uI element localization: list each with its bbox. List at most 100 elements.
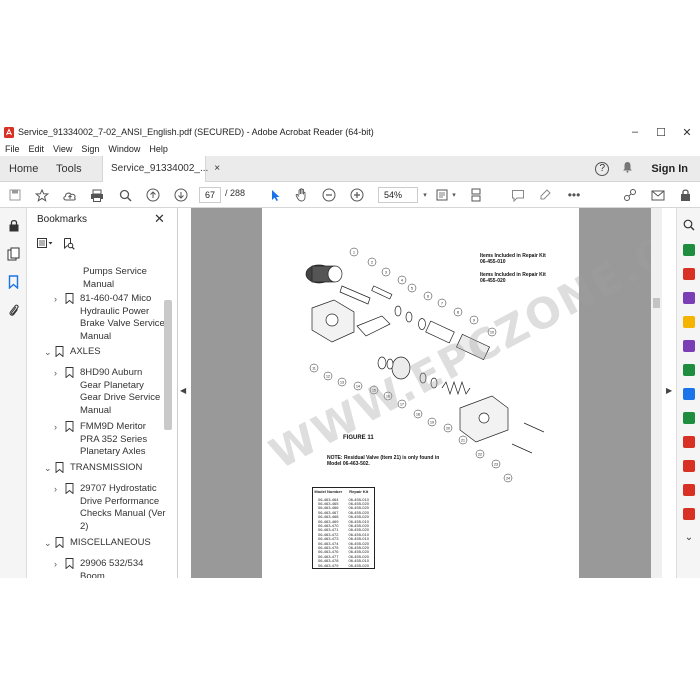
edit-pdf-icon[interactable] — [683, 292, 695, 304]
collapse-chevron-icon[interactable]: ⌄ — [44, 346, 52, 359]
document-viewer[interactable]: 1 2 3 4 5 6 7 8 9 10 11 12 13 14 15 16 17 18 19 20 21 22 23 24 … — [191, 208, 651, 578]
bookmark-flag-icon — [65, 367, 74, 378]
tab-document[interactable]: Service_91334002_... × — [102, 155, 220, 182]
create-pdf-icon[interactable] — [683, 268, 695, 280]
search-icon[interactable] — [117, 186, 133, 204]
sign-in-button[interactable]: Sign In — [651, 163, 688, 175]
send-for-signature-icon[interactable] — [683, 508, 695, 520]
page-number-input[interactable]: 67 — [199, 187, 221, 203]
tab-close-icon[interactable]: × — [214, 163, 220, 174]
callout-number: 11 — [312, 366, 316, 370]
redact-icon[interactable] — [683, 460, 695, 472]
protect-icon[interactable] — [683, 436, 695, 448]
expand-chevron-icon[interactable]: › — [54, 558, 62, 571]
fit-dropdown-chevron-icon[interactable]: ▾ — [450, 186, 458, 204]
callout-number: 6 — [427, 294, 429, 298]
bookmarks-panel-icon[interactable] — [6, 274, 21, 289]
menu-window[interactable]: Window — [108, 144, 140, 154]
more-tools-chevron-icon[interactable]: ⌄ — [683, 532, 695, 544]
bookmarks-scrollbar[interactable] — [164, 300, 172, 430]
hand-icon[interactable] — [293, 186, 309, 204]
tab-bar: Home Tools Service_91334002_... × ? Sign… — [0, 155, 700, 182]
menu-file[interactable]: File — [5, 144, 20, 154]
table-row: 06-463-479 06-455-020 — [313, 562, 374, 568]
callout-number: 13 — [340, 380, 344, 384]
document-scrollbar[interactable] — [651, 208, 662, 578]
email-icon[interactable] — [650, 186, 666, 204]
export-pdf-icon[interactable] — [683, 244, 695, 256]
fill-sign-icon[interactable] — [683, 388, 695, 400]
zoom-in-icon[interactable] — [349, 186, 365, 204]
bookmark-label: MISCELLANEOUS — [70, 537, 151, 548]
right-tools-rail: ⌄ — [676, 208, 700, 578]
bookmark-options-icon[interactable] — [37, 238, 53, 253]
close-panel-icon[interactable]: ✕ — [154, 211, 165, 227]
zoom-search-icon[interactable] — [683, 218, 695, 231]
bookmark-star-icon[interactable] — [34, 186, 50, 204]
bookmark-label: 8HD90 Auburn Gear Planetary Gear Drive S… — [80, 367, 161, 416]
repair-kit-table: Model Number Repair Kit 06-463-464 06-455… — [312, 487, 375, 569]
callout-number: 22 — [478, 452, 482, 456]
minimize-button[interactable]: – — [622, 122, 648, 142]
collapse-chevron-icon[interactable]: ⌄ — [44, 462, 52, 475]
highlight-icon[interactable] — [537, 186, 553, 204]
callout-number: 23 — [494, 462, 498, 466]
bookmark-flag-icon — [55, 346, 64, 357]
expand-chevron-icon[interactable]: › — [54, 367, 62, 380]
cloud-upload-icon[interactable] — [61, 186, 79, 204]
zoom-out-icon[interactable] — [321, 186, 337, 204]
table-header-model: Model Number — [314, 489, 343, 494]
print-icon[interactable] — [89, 186, 105, 204]
menu-help[interactable]: Help — [149, 144, 168, 154]
menu-sign[interactable]: Sign — [81, 144, 99, 154]
bookmark-flag-icon — [65, 483, 74, 494]
left-navigation-rail — [0, 208, 27, 578]
maximize-button[interactable]: ☐ — [648, 122, 674, 142]
zoom-dropdown-chevron-icon[interactable]: ▾ — [421, 186, 429, 204]
callout-number: 1 — [353, 250, 355, 254]
tab-home[interactable]: Home — [0, 163, 46, 175]
page-up-icon[interactable] — [145, 186, 161, 204]
share-link-icon[interactable] — [622, 186, 638, 204]
collapse-panel-right-icon[interactable]: ▶ — [666, 386, 672, 395]
attachments-paperclip-icon[interactable] — [6, 302, 21, 317]
table-cell-model: 06-463-479 — [318, 562, 339, 568]
expand-chevron-icon[interactable]: › — [54, 293, 62, 306]
comment-icon[interactable] — [510, 186, 526, 204]
scan-ocr-icon[interactable] — [683, 412, 695, 424]
notification-bell-icon[interactable] — [622, 161, 633, 176]
callout-number: 21 — [461, 438, 465, 442]
page-down-icon[interactable] — [173, 186, 189, 204]
table-body: 06-463-464 06-455-010 06-463-465 06-455-020… — [313, 497, 374, 569]
fit-page-icon[interactable] — [434, 186, 450, 204]
select-arrow-icon[interactable] — [267, 186, 283, 204]
compress-icon[interactable] — [683, 484, 695, 496]
close-window-button[interactable]: ✕ — [674, 122, 700, 142]
security-lock-icon[interactable] — [6, 218, 21, 233]
tab-tools[interactable]: Tools — [46, 163, 102, 175]
menu-view[interactable]: View — [53, 144, 72, 154]
help-icon[interactable]: ? — [595, 161, 610, 176]
comment-tool-icon[interactable] — [683, 316, 695, 328]
scrollbar-thumb[interactable] — [653, 298, 660, 308]
page-thumbnails-icon[interactable] — [6, 246, 21, 261]
combine-files-icon[interactable] — [683, 340, 695, 352]
expand-chevron-icon[interactable]: › — [54, 483, 62, 496]
zoom-level-select[interactable]: 54% — [378, 187, 418, 203]
save-icon[interactable] — [7, 186, 23, 204]
menu-edit[interactable]: Edit — [29, 144, 45, 154]
callout-number: 12 — [326, 374, 330, 378]
bookmark-label: 81-460-047 Mico Hydraulic Power Brake Va… — [80, 293, 165, 342]
collapse-panel-left-icon[interactable]: ◀ — [180, 386, 186, 395]
lock-icon[interactable] — [677, 186, 693, 204]
scrolling-icon[interactable] — [468, 186, 484, 204]
expand-chevron-icon[interactable]: › — [54, 421, 62, 434]
bookmark-flag-icon — [55, 462, 64, 473]
more-icon[interactable]: ••• — [566, 186, 582, 204]
collapse-chevron-icon[interactable]: ⌄ — [44, 537, 52, 550]
find-bookmark-icon[interactable] — [63, 238, 75, 253]
callout-number: 4 — [401, 278, 403, 282]
organize-pages-icon[interactable] — [683, 364, 695, 376]
bookmark-flag-icon — [55, 537, 64, 548]
title-bar: Service_91334002_7-02_ANSI_English.pdf (… — [0, 122, 700, 142]
